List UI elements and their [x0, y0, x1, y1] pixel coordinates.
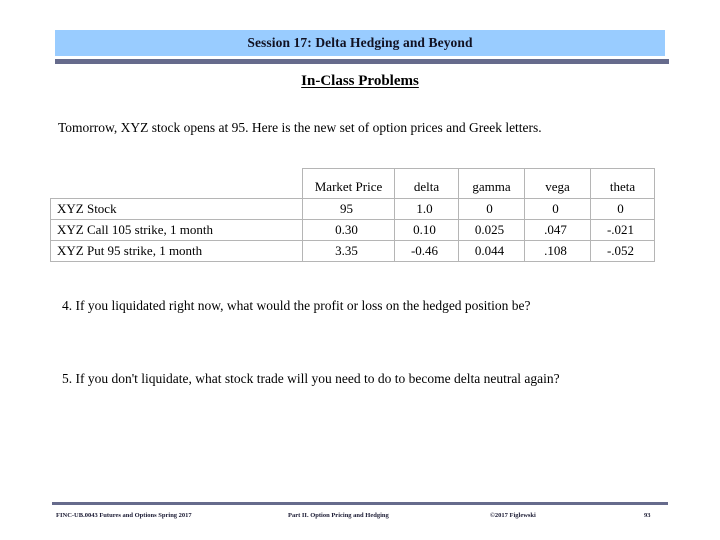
footer-section-title: Part II. Option Pricing and Hedging [288, 512, 389, 519]
table-header-delta: delta [394, 168, 459, 199]
question-5: 5. If you don't liquidate, what stock tr… [62, 371, 560, 386]
table-header-vega: vega [524, 168, 591, 199]
slide-footer: FINC-UB.0043 Futures and Options Spring … [52, 512, 672, 526]
cell-delta: 0.10 [394, 219, 459, 241]
cell-delta: 1.0 [394, 198, 459, 220]
table-header-theta: theta [590, 168, 655, 199]
subheading: In-Class Problems [0, 72, 720, 90]
title-banner: Session 17: Delta Hedging and Beyond [55, 30, 665, 56]
table-header-corner [50, 168, 303, 199]
footer-page-number: 93 [644, 512, 651, 519]
table-header-gamma: gamma [458, 168, 525, 199]
cell-market-price: 3.35 [302, 240, 395, 262]
table-row: XYZ Put 95 strike, 1 month 3.35 -0.46 0.… [50, 240, 655, 262]
slide-title: Session 17: Delta Hedging and Beyond [247, 35, 473, 50]
table-header-market-price: Market Price [302, 168, 395, 199]
slide-canvas: Session 17: Delta Hedging and Beyond In-… [0, 0, 720, 540]
cell-market-price: 95 [302, 198, 395, 220]
cell-theta: -.052 [590, 240, 655, 262]
title-divider-rule [55, 59, 669, 64]
row-label: XYZ Put 95 strike, 1 month [50, 240, 303, 262]
cell-market-price: 0.30 [302, 219, 395, 241]
footer-course-info: FINC-UB.0043 Futures and Options Spring … [56, 512, 192, 519]
cell-theta: -.021 [590, 219, 655, 241]
table-row: XYZ Call 105 strike, 1 month 0.30 0.10 0… [50, 219, 655, 241]
question-4: 4. If you liquidated right now, what wou… [62, 298, 531, 313]
intro-paragraph: Tomorrow, XYZ stock opens at 95. Here is… [58, 120, 542, 135]
cell-vega: .108 [524, 240, 591, 262]
cell-gamma: 0 [458, 198, 525, 220]
greek-letters-table: Market Price delta gamma vega theta XYZ … [50, 168, 655, 262]
cell-delta: -0.46 [394, 240, 459, 262]
row-label: XYZ Call 105 strike, 1 month [50, 219, 303, 241]
table-row: XYZ Stock 95 1.0 0 0 0 [50, 198, 655, 220]
cell-gamma: 0.025 [458, 219, 525, 241]
cell-vega: 0 [524, 198, 591, 220]
cell-theta: 0 [590, 198, 655, 220]
footer-copyright: ©2017 Figlewski [490, 512, 536, 519]
footer-divider-rule [52, 502, 668, 505]
cell-vega: .047 [524, 219, 591, 241]
row-label: XYZ Stock [50, 198, 303, 220]
subheading-label: In-Class Problems [301, 73, 419, 89]
cell-gamma: 0.044 [458, 240, 525, 262]
table-header-row: Market Price delta gamma vega theta [50, 168, 655, 199]
